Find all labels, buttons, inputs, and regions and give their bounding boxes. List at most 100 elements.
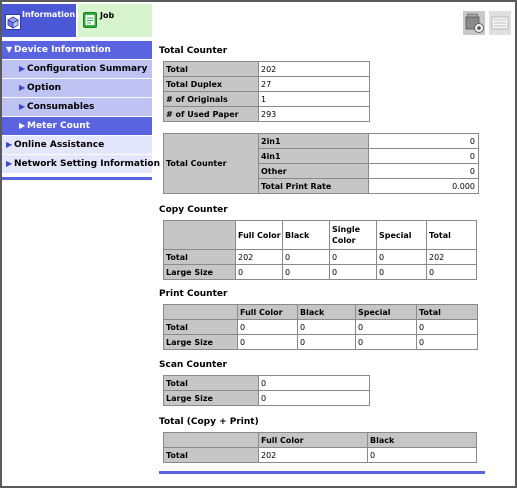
row-label: Total Duplex: [163, 76, 259, 92]
corner-cell: [163, 304, 238, 320]
sidebar-item-consumables[interactable]: ▶ Consumables: [2, 98, 152, 116]
table-row: Total 202 0: [163, 447, 477, 463]
panel-icon[interactable]: [489, 11, 511, 35]
sidebar-item-online-assistance[interactable]: ▶ Online Assistance: [2, 136, 152, 154]
table-row: Large Size 0 0 0 0 0: [163, 264, 477, 280]
sidebar-item-network-setting-information[interactable]: ▶ Network Setting Information: [2, 155, 160, 173]
cell: 202: [426, 249, 477, 265]
table-row: Large Size 0 0 0 0: [163, 334, 478, 350]
table-row: Total 0 0 0 0: [163, 319, 478, 335]
sidebar-item-option[interactable]: ▶ Option: [2, 79, 152, 97]
total-copy-print-table: Full Color Black Total 202 0: [163, 432, 477, 463]
content-divider: [159, 471, 485, 474]
row-value: 0: [368, 133, 479, 149]
sidebar-item-configuration-summary[interactable]: ▶ Configuration Summary: [2, 60, 152, 78]
sidebar-item-label: Consumables: [27, 102, 95, 112]
row-value: 202: [258, 61, 370, 77]
cell: 0: [416, 334, 478, 350]
column-header: Special: [355, 304, 417, 320]
table-row: Total 0: [163, 375, 370, 391]
tab-information[interactable]: Information: [2, 4, 76, 37]
row-value: 0: [368, 148, 479, 164]
total-counter-detail-table: Total Counter 2in1 0 4in1 0 Other 0 Tota…: [163, 133, 479, 194]
row-label: # of Used Paper: [163, 106, 259, 122]
row-label: Large Size: [163, 334, 238, 350]
row-group-label: Total Counter: [163, 133, 259, 194]
column-header: Total: [416, 304, 478, 320]
cell: 0: [282, 249, 330, 265]
sidebar-item-label: Online Assistance: [14, 140, 105, 150]
corner-cell: [163, 220, 236, 250]
row-label: Total: [163, 319, 238, 335]
row-value: 1: [258, 91, 370, 107]
section-title-total-copy-print: Total (Copy + Print): [159, 417, 259, 427]
column-header: Full Color: [258, 432, 368, 448]
cell: 0: [282, 264, 330, 280]
tab-information-label: Information: [22, 10, 76, 19]
row-label: 2in1: [258, 133, 369, 149]
column-header: Black: [367, 432, 477, 448]
cell: 0: [329, 249, 377, 265]
cell: 202: [235, 249, 283, 265]
chevron-right-icon: ▶: [6, 159, 13, 168]
sidebar-divider: [2, 177, 152, 180]
row-label: Other: [258, 163, 369, 179]
column-header: Black: [282, 220, 330, 250]
cell: 0: [355, 319, 417, 335]
row-label: 4in1: [258, 148, 369, 164]
corner-cell: [163, 432, 259, 448]
row-label: # of Originals: [163, 91, 259, 107]
section-title-print-counter: Print Counter: [159, 289, 228, 299]
chevron-right-icon: ▶: [19, 83, 26, 92]
column-header: Full Color: [235, 220, 283, 250]
copy-counter-table: Full Color Black Single Color Special To…: [163, 220, 477, 280]
chevron-right-icon: ▶: [6, 140, 13, 149]
sidebar-item-meter-count[interactable]: ▶ Meter Count: [2, 117, 152, 135]
cell: 0: [297, 334, 356, 350]
row-label: Large Size: [163, 264, 236, 280]
tab-job-label: Job: [100, 11, 115, 20]
sidebar-item-label: Option: [27, 83, 62, 93]
cell: 0: [376, 249, 427, 265]
column-header: Single Color: [329, 220, 377, 250]
cell: 0: [297, 319, 356, 335]
column-header: Black: [297, 304, 356, 320]
cell: 0: [416, 319, 478, 335]
section-title-copy-counter: Copy Counter: [159, 205, 228, 215]
row-label: Total Print Rate: [258, 178, 369, 194]
app-frame: Information Job ▼ Device Information ▶ C…: [0, 0, 517, 488]
cell: 0: [426, 264, 477, 280]
table-row: # of Used Paper 293: [163, 106, 370, 122]
tab-job[interactable]: Job: [78, 4, 152, 37]
cell: 0: [235, 264, 283, 280]
row-value: 0: [258, 375, 370, 391]
table-header-row: Full Color Black Single Color Special To…: [163, 220, 477, 250]
chevron-right-icon: ▶: [19, 64, 26, 73]
row-value: 293: [258, 106, 370, 122]
column-header: Full Color: [237, 304, 298, 320]
cell: 0: [355, 334, 417, 350]
scan-counter-table: Total 0 Large Size 0: [163, 375, 370, 406]
chevron-right-icon: ▶: [19, 102, 26, 111]
column-header: Special: [376, 220, 427, 250]
table-row: Large Size 0: [163, 390, 370, 406]
row-label: Large Size: [163, 390, 259, 406]
row-value: 27: [258, 76, 370, 92]
cell: 0: [376, 264, 427, 280]
row-value: 0: [368, 163, 479, 179]
sidebar-item-device-information[interactable]: ▼ Device Information: [2, 41, 152, 59]
device-status-icon[interactable]: [463, 11, 485, 35]
row-value: 0: [258, 390, 370, 406]
cell: 202: [258, 447, 368, 463]
cell: 0: [237, 334, 298, 350]
sidebar-item-label: Device Information: [14, 45, 111, 55]
chevron-right-icon: ▶: [19, 121, 26, 130]
cell: 0: [329, 264, 377, 280]
sidebar-item-label: Configuration Summary: [27, 64, 148, 74]
print-counter-table: Full Color Black Special Total Total 0 0…: [163, 304, 478, 350]
section-title-total-counter: Total Counter: [159, 46, 228, 56]
sidebar-item-label: Meter Count: [27, 121, 90, 131]
job-icon: [83, 12, 97, 28]
chevron-down-icon: ▼: [6, 45, 13, 54]
cell: 0: [367, 447, 477, 463]
